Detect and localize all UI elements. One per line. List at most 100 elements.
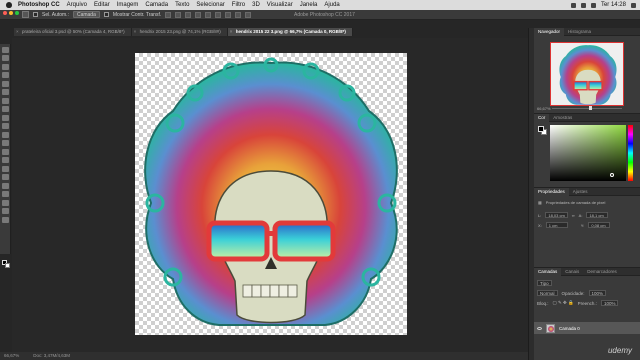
type-tool-icon[interactable] [2,174,9,180]
menu-selecionar[interactable]: Selecionar [196,2,224,8]
tab-histogram[interactable]: Histograma [564,28,595,36]
lasso-tool-icon[interactable] [2,63,9,70]
tab-document-1[interactable]: × prateleira oficial 3.psd @ 50% (Camada … [14,28,132,36]
menu-filtro[interactable]: Filtro [232,2,245,8]
tab-document-2[interactable]: × hendrix 2015 23.png @ 74,1% (RGB/8#) [131,28,228,36]
wifi-icon[interactable] [570,2,576,8]
align-left-icon[interactable] [195,11,202,18]
tab-navigator[interactable]: Navegador [534,27,565,36]
doc-size-readout[interactable]: Doc: 3,47M/4,63M [33,352,70,360]
distribute-bottom-icon[interactable] [245,11,252,18]
tab-label: hendrix 2015 22 3.png @ 66,7% (Camada 0,… [235,29,346,34]
color-field[interactable] [550,125,626,181]
menu-editar[interactable]: Editar [94,2,110,8]
eraser-tool-icon[interactable] [2,131,9,138]
zoom-tool-icon[interactable] [2,208,9,214]
close-tab-icon[interactable]: × [16,28,19,36]
navigator-thumbnail[interactable] [550,42,624,106]
quick-select-tool-icon[interactable] [2,72,9,78]
opacity-field[interactable]: 100% [588,290,607,296]
marquee-tool-icon[interactable] [2,55,9,61]
color-picker-cursor[interactable] [610,173,614,177]
move-tool-icon[interactable] [2,46,9,53]
move-tool-icon[interactable] [22,11,29,18]
color-swatches[interactable] [2,260,10,268]
close-tab-icon[interactable]: × [230,28,233,36]
tab-paths[interactable]: Demarcadores [583,268,621,276]
brush-tool-icon[interactable] [2,106,9,112]
height-field[interactable]: 18,1 cm [586,212,609,218]
distribute-top-icon[interactable] [225,11,232,18]
eyedropper-tool-icon[interactable] [2,89,9,95]
tab-swatches[interactable]: Amostras [549,114,576,122]
hand-tool-icon[interactable] [2,199,9,206]
zoom-window-icon[interactable] [15,11,19,15]
menu-janela[interactable]: Janela [300,2,318,8]
align-right-icon[interactable] [215,11,222,18]
align-top-icon[interactable] [165,11,172,18]
tab-document-3[interactable]: × hendrix 2015 22 3.png @ 66,7% (Camada 0… [227,28,353,36]
navigator-zoom-slider[interactable] [552,108,622,109]
close-tab-icon[interactable]: × [134,28,137,36]
edit-toolbar-icon[interactable] [2,216,9,223]
x-field[interactable]: 1 cm [545,222,568,228]
menu-ajuda[interactable]: Ajuda [324,2,339,8]
layers-header: Camadas Canais Demarcadores [534,267,640,276]
menu-app[interactable]: Photoshop CC [18,2,60,8]
layer-row-camada-0[interactable]: Camada 0 [534,322,640,334]
autoselect-dropdown[interactable]: Camada [72,11,100,18]
dodge-tool-icon[interactable] [2,157,9,163]
battery-icon[interactable] [580,2,586,8]
layer-kind-filter[interactable]: Tipo [537,280,552,286]
align-middle-icon[interactable] [175,11,182,18]
tab-channels[interactable]: Canais [561,268,583,276]
shape-tool-icon[interactable] [2,191,9,197]
apple-icon[interactable] [6,2,12,8]
crop-tool-icon[interactable] [2,80,9,87]
zoom-readout[interactable]: 66,67% [4,352,19,360]
document-canvas[interactable] [135,53,407,335]
history-brush-tool-icon[interactable] [2,123,9,129]
navigator-zoom-value[interactable]: 66,67% [537,106,551,111]
layer-name[interactable]: Camada 0 [559,326,580,331]
volume-icon[interactable] [590,2,596,8]
menubar-clock[interactable]: Ter 14:28 [601,2,626,8]
align-bottom-icon[interactable] [185,11,192,18]
transform-controls-checkbox[interactable] [103,12,109,17]
path-select-tool-icon[interactable] [2,182,9,189]
lock-icons[interactable]: ▢ ✎ ✥ 🔒 [553,300,574,306]
close-window-icon[interactable] [3,11,7,15]
tab-adjustments[interactable]: Ajustes [569,188,592,196]
menu-3d[interactable]: 3D [252,2,260,8]
eye-icon[interactable] [537,326,542,330]
background-color-swatch[interactable] [5,263,10,268]
clone-stamp-tool-icon[interactable] [2,114,9,121]
hue-slider[interactable] [628,125,633,181]
width-field[interactable]: 18,03 cm [545,212,568,218]
menu-imagem[interactable]: Imagem [117,2,139,8]
pen-tool-icon[interactable] [2,165,9,172]
distribute-middle-icon[interactable] [235,11,242,18]
autoselect-checkbox[interactable] [33,12,38,17]
menu-visualizar[interactable]: Visualizar [267,2,293,8]
menu-arquivo[interactable]: Arquivo [67,2,87,8]
gradient-tool-icon[interactable] [2,140,9,146]
teeth [242,284,298,298]
tab-layers[interactable]: Camadas [534,267,562,276]
align-center-icon[interactable] [205,11,212,18]
blur-tool-icon[interactable] [2,148,9,155]
link-icon[interactable]: ∞ [572,213,575,218]
tab-properties[interactable]: Propriedades [534,187,569,196]
y-field[interactable]: 0,08 cm [588,222,611,228]
menu-texto[interactable]: Texto [175,2,189,8]
navigator-zoom-knob[interactable] [589,106,592,110]
minimize-window-icon[interactable] [9,11,13,15]
tab-color[interactable]: Cor [534,113,550,122]
foreground-color-chip[interactable] [538,126,544,132]
blend-mode-select[interactable]: Normal [537,290,558,296]
menu-camada[interactable]: Camada [145,2,168,8]
healing-brush-tool-icon[interactable] [2,97,9,104]
layer-thumbnail[interactable] [546,323,555,333]
fill-field[interactable]: 100% [600,300,619,306]
spotlight-icon[interactable] [631,2,636,8]
